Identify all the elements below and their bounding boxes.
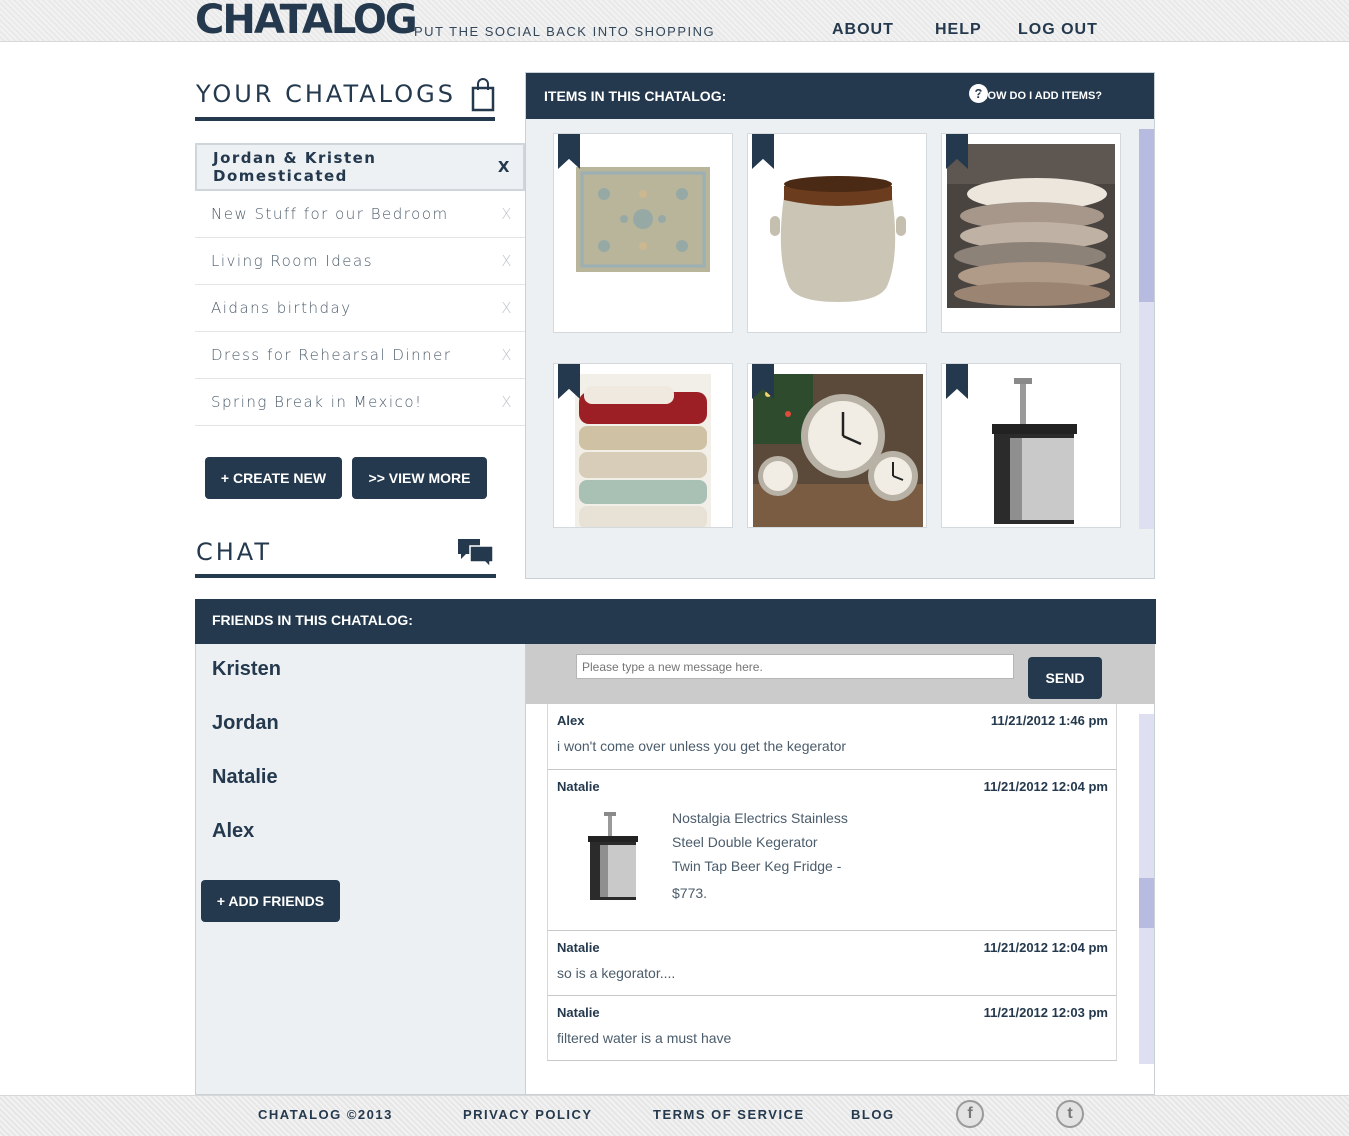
footer-blog-link[interactable]: BLOG bbox=[851, 1107, 895, 1122]
kegerator-thumbnail[interactable] bbox=[578, 808, 648, 908]
chatalog-item[interactable]: Aidans birthday X bbox=[195, 285, 525, 332]
message-text: so is a kegorator.... bbox=[557, 965, 676, 981]
product-line: Twin Tap Beer Keg Fridge - bbox=[672, 858, 842, 874]
chat-message: Natalie 11/21/2012 12:04 pm so is a kego… bbox=[547, 931, 1117, 996]
friends-panel: Kristen Jordan Natalie Alex + ADD FRIEND… bbox=[195, 644, 526, 1095]
message-author: Natalie bbox=[557, 940, 600, 955]
remove-chatalog-button[interactable]: X bbox=[501, 299, 513, 317]
message-text: filtered water is a must have bbox=[557, 1030, 732, 1046]
send-button[interactable]: SEND bbox=[1028, 657, 1102, 699]
remove-chatalog-button[interactable]: X bbox=[501, 346, 513, 364]
chatalogs-underline bbox=[195, 117, 495, 121]
product-description[interactable]: Nostalgia Electrics Stainless Steel Doub… bbox=[672, 806, 848, 905]
tagline: PUT THE SOCIAL BACK INTO SHOPPING bbox=[414, 24, 716, 39]
view-more-button[interactable]: >> VIEW MORE bbox=[352, 457, 487, 499]
chatalog-item-label: Jordan & Kristen Domesticated bbox=[213, 149, 377, 185]
items-panel-header: ITEMS IN THIS CHATALOG: ? HOW DO I ADD I… bbox=[526, 73, 1154, 119]
friend-item[interactable]: Alex bbox=[212, 820, 254, 843]
items-panel-title: ITEMS IN THIS CHATALOG: bbox=[544, 88, 727, 104]
chat-scrollbar-thumb[interactable] bbox=[1139, 878, 1154, 928]
item-tile[interactable] bbox=[747, 133, 927, 333]
fur-throws-image bbox=[947, 144, 1115, 308]
alarm-clocks-image bbox=[753, 374, 923, 527]
knit-blankets-image bbox=[575, 374, 711, 527]
product-line: Nostalgia Electrics Stainless bbox=[672, 810, 848, 826]
friend-item[interactable]: Kristen bbox=[212, 658, 281, 681]
items-panel: ITEMS IN THIS CHATALOG: ? HOW DO I ADD I… bbox=[525, 72, 1155, 579]
chat-message: Natalie 11/21/2012 12:04 pm Nostalgia El… bbox=[547, 770, 1117, 931]
chatalogs-heading: YOUR CHATALOGS bbox=[196, 80, 456, 108]
add-friends-button[interactable]: + ADD FRIENDS bbox=[201, 880, 340, 922]
logo[interactable]: CHATALOG bbox=[195, 0, 418, 40]
kegerator-image bbox=[992, 378, 1077, 524]
chatalog-list: Jordan & Kristen Domesticated X New Stuf… bbox=[195, 143, 525, 426]
message-time: 11/21/2012 12:03 pm bbox=[983, 1005, 1108, 1020]
item-tile[interactable] bbox=[553, 363, 733, 528]
twitter-icon[interactable]: t bbox=[1056, 1100, 1084, 1128]
friends-header: FRIENDS IN THIS CHATALOG: bbox=[195, 599, 1156, 644]
items-scrollbar-thumb[interactable] bbox=[1139, 129, 1154, 302]
chat-underline bbox=[195, 574, 496, 578]
item-tile[interactable] bbox=[553, 133, 733, 333]
chatalog-item-label: Living Room Ideas bbox=[211, 252, 374, 270]
chat-message: Natalie 11/21/2012 12:03 pm filtered wat… bbox=[547, 996, 1117, 1061]
message-time: 11/21/2012 12:04 pm bbox=[983, 940, 1108, 955]
friend-item[interactable]: Jordan bbox=[212, 712, 279, 735]
how-to-add-items-link[interactable]: HOW DO I ADD ITEMS? bbox=[980, 90, 1102, 102]
friends-title: FRIENDS IN THIS CHATALOG: bbox=[212, 612, 413, 628]
message-time: 11/21/2012 12:04 pm bbox=[983, 779, 1108, 794]
footer-privacy-link[interactable]: PRIVACY POLICY bbox=[463, 1107, 593, 1122]
nav-about[interactable]: ABOUT bbox=[832, 21, 894, 39]
footer-copyright: CHATALOG ©2013 bbox=[258, 1107, 393, 1122]
item-tile[interactable] bbox=[747, 363, 927, 528]
create-new-button[interactable]: + CREATE NEW bbox=[205, 457, 342, 499]
message-list: Alex 11/21/2012 1:46 pm i won't come ove… bbox=[526, 704, 1155, 1095]
item-tile[interactable] bbox=[941, 133, 1121, 333]
message-author: Natalie bbox=[557, 779, 600, 794]
remove-chatalog-button[interactable]: X bbox=[498, 158, 511, 176]
chatalog-item[interactable]: Spring Break in Mexico! X bbox=[195, 379, 525, 426]
chat-message: Alex 11/21/2012 1:46 pm i won't come ove… bbox=[547, 704, 1117, 770]
product-price: $773. bbox=[672, 885, 708, 901]
footer-terms-link[interactable]: TERMS OF SERVICE bbox=[653, 1107, 805, 1122]
nav-help[interactable]: HELP bbox=[935, 21, 982, 39]
chatalog-item-label: Aidans birthday bbox=[211, 299, 352, 317]
chat-scrollbar[interactable] bbox=[1139, 714, 1154, 1064]
remove-chatalog-button[interactable]: X bbox=[501, 205, 513, 223]
item-tile[interactable] bbox=[941, 363, 1121, 528]
message-input[interactable] bbox=[576, 654, 1014, 679]
chatalog-item[interactable]: Living Room Ideas X bbox=[195, 238, 525, 285]
items-scrollbar[interactable] bbox=[1139, 129, 1154, 529]
top-bar: CHATALOG PUT THE SOCIAL BACK INTO SHOPPI… bbox=[0, 0, 1349, 42]
message-time: 11/21/2012 1:46 pm bbox=[990, 713, 1108, 728]
chatalog-item[interactable]: New Stuff for our Bedroom X bbox=[195, 191, 525, 238]
message-author: Alex bbox=[557, 713, 585, 728]
compose-bar: SEND bbox=[526, 644, 1155, 704]
friend-item[interactable]: Natalie bbox=[212, 766, 278, 789]
product-line: Steel Double Kegerator bbox=[672, 834, 818, 850]
chat-bubbles-icon bbox=[458, 539, 494, 569]
message-author: Natalie bbox=[557, 1005, 600, 1020]
remove-chatalog-button[interactable]: X bbox=[501, 252, 513, 270]
chat-heading: CHAT bbox=[196, 538, 273, 566]
crock-pot-image bbox=[770, 176, 906, 302]
chatalog-item[interactable]: Dress for Rehearsal Dinner X bbox=[195, 332, 525, 379]
rug-image bbox=[576, 167, 710, 272]
chatalog-item-label: Spring Break in Mexico! bbox=[211, 393, 423, 411]
message-text: i won't come over unless you get the keg… bbox=[557, 738, 847, 754]
chatalog-item-label: New Stuff for our Bedroom bbox=[211, 205, 449, 223]
nav-logout[interactable]: LOG OUT bbox=[1018, 21, 1098, 39]
facebook-icon[interactable]: f bbox=[956, 1100, 984, 1128]
footer: CHATALOG ©2013 PRIVACY POLICY TERMS OF S… bbox=[0, 1095, 1349, 1136]
remove-chatalog-button[interactable]: X bbox=[501, 393, 513, 411]
chatalog-item-active[interactable]: Jordan & Kristen Domesticated X bbox=[195, 143, 525, 191]
chatalog-item-label: Dress for Rehearsal Dinner bbox=[211, 346, 452, 364]
shopping-bag-icon bbox=[471, 78, 495, 112]
